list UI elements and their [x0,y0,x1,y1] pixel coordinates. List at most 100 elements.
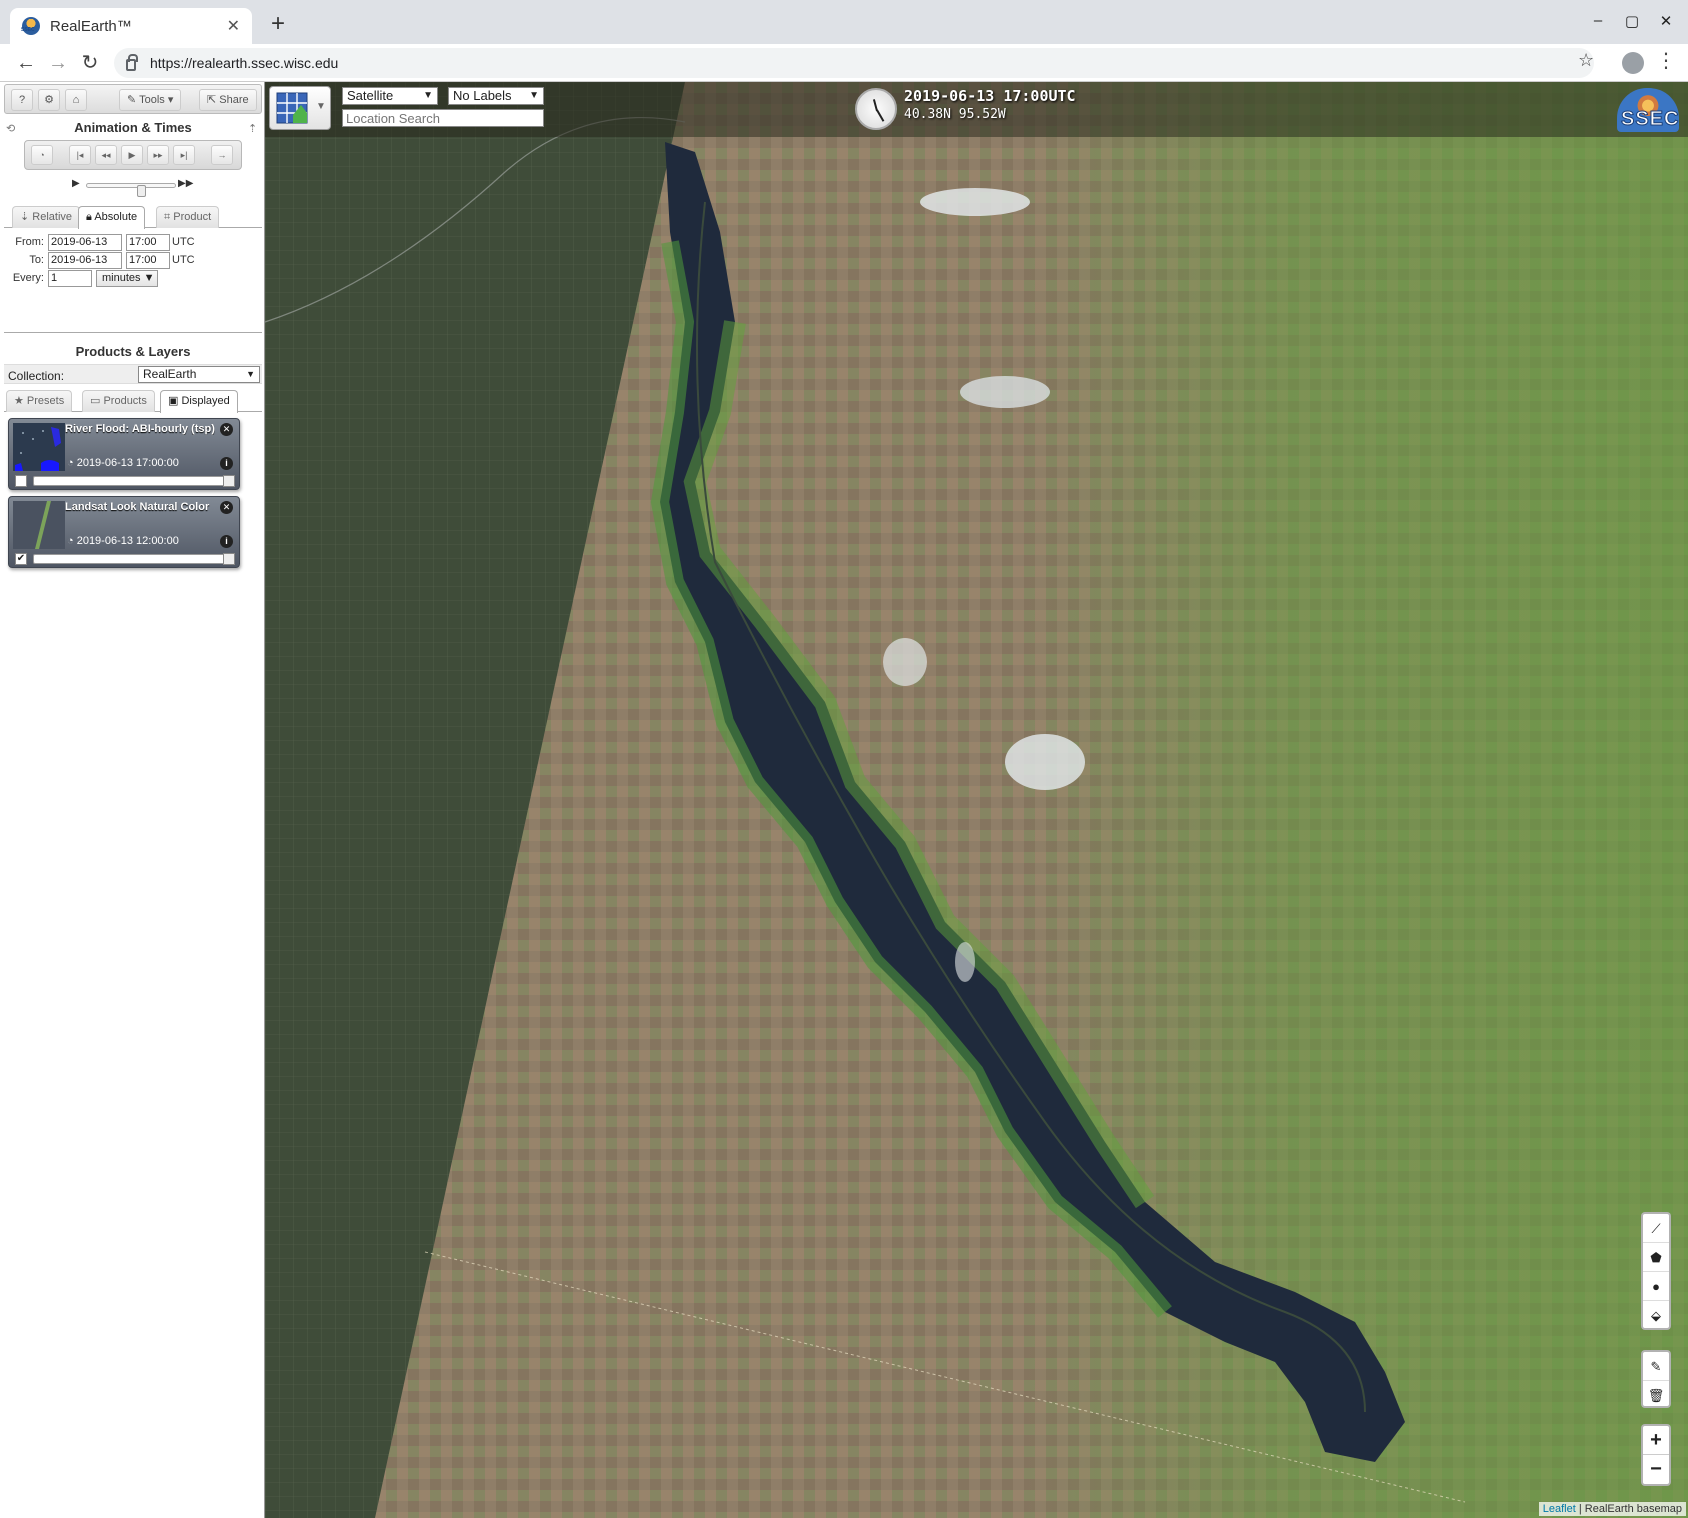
browser-menu-icon[interactable]: ⋮ [1656,48,1676,73]
remove-layer-icon[interactable]: ✕ [220,423,233,436]
tab-presets-label: Presets [26,395,65,407]
draw-marker-icon[interactable]: ⬙ [1643,1301,1669,1330]
zoom-in-button[interactable]: + [1643,1426,1669,1455]
opacity-knob[interactable] [223,475,235,487]
draw-circle-icon[interactable]: ● [1643,1272,1669,1301]
user-icon[interactable]: ⌂ [65,89,87,111]
layer-card-landsat[interactable]: Landsat Look Natural Color ✕ ◔ 2019-06-1… [8,496,240,568]
share-icon: ⇱ [207,94,220,106]
new-tab-button[interactable]: + [264,10,292,38]
step-forward-icon[interactable]: ▸▸ [147,145,169,165]
layer-visibility-checkbox[interactable] [15,475,27,487]
speed-slider[interactable]: ▶ ▶▶ [72,178,194,197]
loop-icon[interactable]: → [211,145,233,165]
bookmark-star-icon[interactable]: ☆ [1578,50,1594,71]
draw-line-icon[interactable]: ⟋ [1643,1214,1669,1243]
location-search-input[interactable] [342,109,544,127]
tab-relative-label: Relative [32,211,73,223]
layer-opacity-slider[interactable] [33,475,235,487]
layer-visibility-checkbox[interactable]: ✔ [15,553,27,565]
map-time: 2019-06-13 17:00UTC [904,87,1076,105]
profile-avatar-icon[interactable] [1622,52,1644,74]
last-frame-icon[interactable]: ▸| [173,145,195,165]
layer-grid-button[interactable]: ▼ [269,86,331,130]
share-button[interactable]: ⇱ Share [199,89,257,111]
reload-icon[interactable]: ↻ [76,50,104,76]
fast-icon: ▶▶ [178,178,194,189]
layer-name: Landsat Look Natural Color [65,501,210,513]
tab-displayed[interactable]: ▣ Displayed [160,390,238,413]
address-bar[interactable]: https://realearth.ssec.wisc.edu [114,48,1594,78]
edit-layers-icon[interactable]: ✎ [1643,1352,1669,1381]
delete-layers-icon[interactable]: 🗑︎ [1643,1381,1669,1410]
step-back-icon[interactable]: ◂◂ [95,145,117,165]
back-arrow-icon[interactable]: ← [12,50,40,76]
sidebar: ? ⚙ ⌂ ✎ Tools ▾ ⇱ Share ⟲ Animation & Ti… [0,82,265,1518]
draw-polygon-icon[interactable]: ⬟ [1643,1243,1669,1272]
labels-value: No Labels [453,88,512,103]
share-label: Share [219,94,249,106]
forward-arrow-icon[interactable]: → [44,50,72,76]
leaflet-link[interactable]: Leaflet [1543,1503,1576,1515]
every-unit-select[interactable]: minutes ▼ [96,270,158,287]
layer-card-river-flood[interactable]: River Flood: ABI-hourly (tsp) ✕ ◔ 2019-0… [8,418,240,490]
every-label: Every: [12,272,44,284]
speed-track[interactable] [86,183,176,197]
play-icon[interactable]: ▶ [121,145,143,165]
products-tabs: ★ Presets ▭ Products ▣ Displayed [4,388,262,413]
tab-relative[interactable]: ⇣ Relative [12,206,81,228]
close-window-button[interactable]: ✕ [1654,12,1678,30]
to-time-input[interactable]: 17:00 [126,252,170,269]
layer-opacity-slider[interactable] [33,553,235,565]
collection-select[interactable]: RealEarth ▼ [138,366,260,383]
grid-icon [276,92,308,124]
layer-info-icon[interactable]: i [220,535,233,548]
slow-icon: ▶ [72,178,80,189]
to-row: To: 2019-06-13 17:00 UTC [4,252,262,272]
close-tab-icon[interactable]: ✕ [227,16,240,36]
zoom-control: + − [1641,1424,1671,1486]
clock-icon[interactable]: ◔ [31,145,53,165]
url-text: https://realearth.ssec.wisc.edu [150,55,339,71]
clock-icon[interactable] [855,88,897,130]
to-date-input[interactable]: 2019-06-13 [48,252,122,269]
minimize-window-button[interactable]: – [1586,12,1610,29]
tools-button[interactable]: ✎ Tools ▾ [119,89,182,111]
tab-presets[interactable]: ★ Presets [6,390,73,412]
settings-gear-icon[interactable]: ⚙ [38,89,60,111]
opacity-knob[interactable] [223,553,235,565]
basemap-select[interactable]: Satellite ▼ [342,87,438,105]
help-icon[interactable]: ? [11,89,33,111]
zoom-out-button[interactable]: − [1643,1455,1669,1484]
tab-products[interactable]: ▭ Products [82,390,155,412]
browser-tab[interactable]: RealEarth™ ✕ [10,8,252,44]
browser-tabstrip: RealEarth™ ✕ + – ▢ ✕ [0,0,1688,44]
chevron-down-icon: ▼ [316,101,326,112]
layer-thumbnail [13,501,65,549]
layer-time-text: 2019-06-13 17:00:00 [76,457,179,469]
products-section-title: Products & Layers [75,344,191,359]
first-frame-icon[interactable]: |◂ [69,145,91,165]
layer-time: ◔ 2019-06-13 12:00:00 [67,535,179,547]
labels-select[interactable]: No Labels ▼ [448,87,544,105]
pin-icon[interactable]: ⇡ [248,122,257,135]
layer-info-icon[interactable]: i [220,457,233,470]
from-date-input[interactable]: 2019-06-13 [48,234,122,251]
draw-toolbar: ⟋ ⬟ ● ⬙ [1641,1212,1671,1330]
tab-absolute[interactable]: 🔒︎ Absolute [78,206,146,229]
collection-value: RealEarth [143,367,197,381]
to-label: To: [29,254,44,266]
satellite-imagery [265,82,1688,1518]
ssec-logo[interactable]: SSEC [1617,88,1679,132]
tab-product[interactable]: ⌗ Product [156,206,220,228]
map-view[interactable]: ▼ Satellite ▼ No Labels ▼ 2019-06-13 17:… [265,82,1688,1518]
speed-knob[interactable] [137,185,146,197]
remove-layer-icon[interactable]: ✕ [220,501,233,514]
every-row: Every: 1 minutes ▼ [4,270,262,290]
pin-icon: ⇣ [20,211,33,223]
landsat-thumbnail-graphic [13,501,65,549]
maximize-window-button[interactable]: ▢ [1620,12,1644,30]
from-time-input[interactable]: 17:00 [126,234,170,251]
every-input[interactable]: 1 [48,270,92,287]
tab-absolute-label: Absolute [94,211,138,223]
